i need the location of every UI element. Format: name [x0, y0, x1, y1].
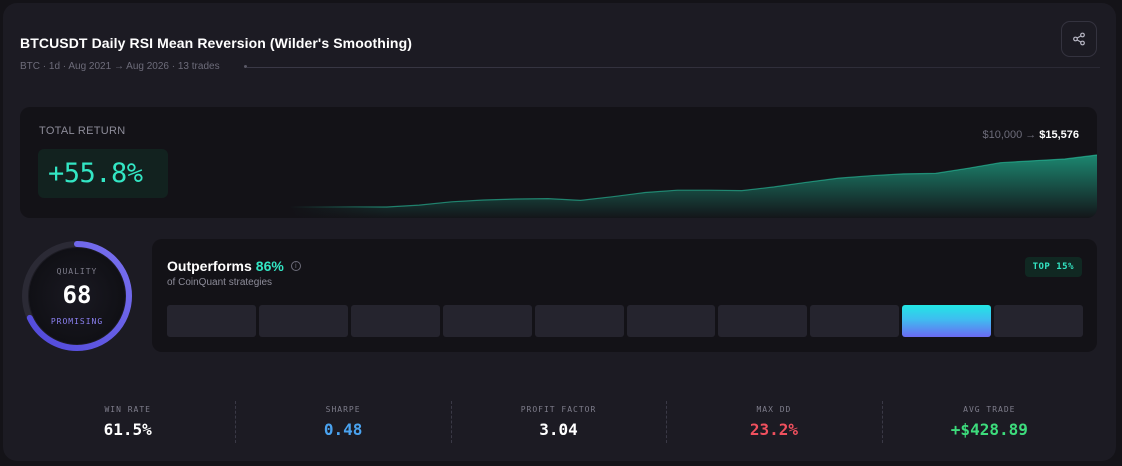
metric-label: AVG TRADE	[963, 405, 1016, 414]
quality-tier: PROMISING	[50, 317, 104, 326]
metrics-row: WIN RATE 61.5% SHARPE 0.48 PROFIT FACTOR 3.04…	[20, 399, 1097, 447]
metric-sharpe: SHARPE 0.48	[235, 399, 450, 447]
meta-divider-line	[247, 67, 1100, 68]
percentile-distribution-bar	[167, 305, 1084, 337]
percentile-bucket	[258, 305, 348, 337]
metric-label: SHARPE	[325, 405, 361, 414]
percentile-value: 86%	[255, 258, 284, 274]
percentile-title-text: Outperforms	[167, 258, 252, 274]
strategy-card: BTCUSDT Daily RSI Mean Reversion (Wilder…	[3, 3, 1116, 461]
strategy-meta-row: BTC · 1d · Aug 2021 → Aug 2026 · 13 trad…	[20, 61, 1100, 75]
percentile-bucket	[718, 305, 808, 337]
percentile-bucket	[626, 305, 716, 337]
percentile-panel: Outperforms 86% i of CoinQuant strategie…	[152, 239, 1097, 352]
metric-max-dd: MAX DD 23.2%	[666, 399, 881, 447]
metric-value: 0.48	[323, 420, 363, 439]
total-return-panel: TOTAL RETURN +55.8% $10,000 → $15,576	[20, 107, 1097, 218]
info-icon[interactable]: i	[290, 261, 301, 271]
percentile-bucket-active	[902, 305, 992, 337]
percentile-bucket	[350, 305, 440, 337]
percentile-bucket	[534, 305, 624, 337]
equity-curve-chart	[290, 107, 1097, 218]
quality-score-ring: QUALITY 68 PROMISING	[20, 239, 134, 353]
metric-value: +$428.89	[950, 420, 1028, 439]
metric-label: MAX DD	[756, 405, 792, 414]
metric-value: 23.2%	[749, 420, 798, 439]
percentile-title: Outperforms 86% i	[167, 258, 301, 274]
share-icon	[1073, 32, 1085, 46]
arrow-right-icon: →	[1025, 129, 1037, 141]
percentile-bucket	[167, 305, 256, 337]
capital-change: $10,000 → $15,576	[982, 129, 1079, 141]
quality-score: 68	[62, 281, 92, 309]
total-return-badge: +55.8%	[38, 149, 168, 198]
metric-win-rate: WIN RATE 61.5%	[20, 399, 235, 447]
percentile-bucket	[810, 305, 900, 337]
total-return-label: TOTAL RETURN	[39, 125, 126, 137]
quality-label: QUALITY	[56, 267, 98, 276]
metric-avg-trade: AVG TRADE +$428.89	[881, 399, 1097, 447]
percentile-subtitle: of CoinQuant strategies	[167, 277, 273, 288]
end-capital: $15,576	[1039, 129, 1079, 141]
start-capital: $10,000	[982, 129, 1023, 141]
strategy-title: BTCUSDT Daily RSI Mean Reversion (Wilder…	[20, 35, 412, 51]
share-button[interactable]	[1061, 21, 1097, 57]
total-return-value: +55.8%	[48, 158, 143, 189]
strategy-meta: BTC · 1d · Aug 2021 → Aug 2026 · 13 trad…	[20, 61, 220, 72]
percentile-bucket	[442, 305, 532, 337]
metric-value: 61.5%	[103, 420, 152, 439]
metric-label: PROFIT FACTOR	[520, 405, 597, 414]
percentile-bucket	[994, 305, 1084, 337]
top-percentile-badge: TOP 15%	[1024, 257, 1082, 277]
metric-value: 3.04	[539, 420, 578, 439]
metric-label: WIN RATE	[104, 405, 151, 414]
metric-profit-factor: PROFIT FACTOR 3.04	[450, 399, 666, 447]
